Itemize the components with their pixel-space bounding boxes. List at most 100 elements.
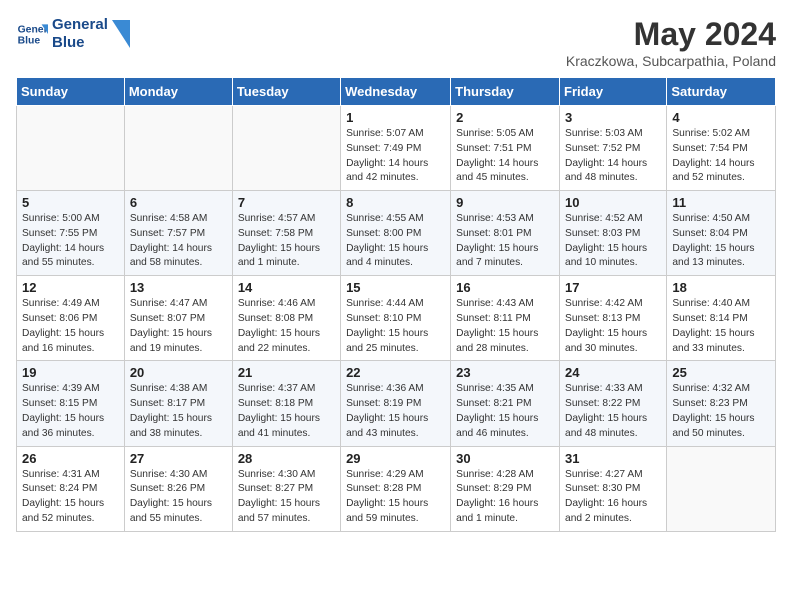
day-info: Sunrise: 4:44 AMSunset: 8:10 PMDaylight:… <box>346 297 445 356</box>
calendar-table: SundayMondayTuesdayWednesdayThursdayFrid… <box>16 77 776 532</box>
day-info: Sunrise: 4:28 AMSunset: 8:29 PMDaylight:… <box>456 468 554 527</box>
logo: General Blue General Blue <box>16 16 130 52</box>
calendar-day-cell: 14 Sunrise: 4:46 AMSunset: 8:08 PMDayligh… <box>232 276 340 361</box>
day-number: 6 <box>130 195 227 210</box>
calendar-day-cell: 19Sunrise: 4:39 AMSunset: 8:15 PMDayligh… <box>17 361 125 446</box>
day-of-week-header: Sunday <box>17 78 125 106</box>
day-info: Sunrise: 4:58 AMSunset: 7:57 PMDaylight:… <box>130 212 227 271</box>
calendar-day-cell: 13 Sunrise: 4:47 AMSunset: 8:07 PMDayligh… <box>124 276 232 361</box>
day-info: Sunrise: 4:36 AMSunset: 8:19 PMDaylight:… <box>346 382 445 441</box>
calendar-day-cell: 23 Sunrise: 4:35 AMSunset: 8:21 PMDayligh… <box>451 361 560 446</box>
calendar-day-cell: 10 Sunrise: 4:52 AMSunset: 8:03 PMDayligh… <box>560 191 667 276</box>
day-number: 1 <box>346 110 445 125</box>
calendar-day-cell <box>232 106 340 191</box>
logo-arrow-icon <box>112 20 130 48</box>
calendar-day-cell: 18 Sunrise: 4:40 AMSunset: 8:14 PMDayligh… <box>667 276 776 361</box>
day-info: Sunrise: 4:50 AMSunset: 8:04 PMDaylight:… <box>672 212 770 271</box>
calendar-week-row: 12 Sunrise: 4:49 AMSunset: 8:06 PMDayligh… <box>17 276 776 361</box>
calendar-day-cell: 30 Sunrise: 4:28 AMSunset: 8:29 PMDayligh… <box>451 446 560 531</box>
month-title: May 2024 <box>566 16 776 53</box>
logo-text-blue: Blue <box>52 34 108 52</box>
calendar-header-row: SundayMondayTuesdayWednesdayThursdayFrid… <box>17 78 776 106</box>
day-of-week-header: Monday <box>124 78 232 106</box>
calendar-day-cell: 11 Sunrise: 4:50 AMSunset: 8:04 PMDayligh… <box>667 191 776 276</box>
location-subtitle: Kraczkowa, Subcarpathia, Poland <box>566 53 776 69</box>
day-info: Sunrise: 4:47 AMSunset: 8:07 PMDaylight:… <box>130 297 227 356</box>
day-info: Sunrise: 4:40 AMSunset: 8:14 PMDaylight:… <box>672 297 770 356</box>
day-info: Sunrise: 4:32 AMSunset: 8:23 PMDaylight:… <box>672 382 770 441</box>
calendar-day-cell <box>17 106 125 191</box>
day-number: 30 <box>456 451 554 466</box>
day-number: 18 <box>672 280 770 295</box>
day-info: Sunrise: 4:37 AMSunset: 8:18 PMDaylight:… <box>238 382 335 441</box>
day-number: 23 <box>456 365 554 380</box>
calendar-day-cell: 20 Sunrise: 4:38 AMSunset: 8:17 PMDayligh… <box>124 361 232 446</box>
day-info: Sunrise: 4:46 AMSunset: 8:08 PMDaylight:… <box>238 297 335 356</box>
day-number: 27 <box>130 451 227 466</box>
calendar-day-cell: 26Sunrise: 4:31 AMSunset: 8:24 PMDayligh… <box>17 446 125 531</box>
calendar-week-row: 19Sunrise: 4:39 AMSunset: 8:15 PMDayligh… <box>17 361 776 446</box>
calendar-week-row: 26Sunrise: 4:31 AMSunset: 8:24 PMDayligh… <box>17 446 776 531</box>
day-info: Sunrise: 5:00 AMSunset: 7:55 PMDaylight:… <box>22 212 119 271</box>
day-of-week-header: Saturday <box>667 78 776 106</box>
day-number: 10 <box>565 195 661 210</box>
day-number: 13 <box>130 280 227 295</box>
svg-text:Blue: Blue <box>18 36 41 47</box>
calendar-day-cell: 2Sunrise: 5:05 AMSunset: 7:51 PMDaylight… <box>451 106 560 191</box>
day-number: 3 <box>565 110 661 125</box>
calendar-day-cell: 1 Sunrise: 5:07 AMSunset: 7:49 PMDaylight… <box>341 106 451 191</box>
day-info: Sunrise: 5:02 AMSunset: 7:54 PMDaylight:… <box>672 127 770 186</box>
day-info: Sunrise: 4:52 AMSunset: 8:03 PMDaylight:… <box>565 212 661 271</box>
calendar-week-row: 5 Sunrise: 5:00 AMSunset: 7:55 PMDaylight… <box>17 191 776 276</box>
calendar-day-cell: 29 Sunrise: 4:29 AMSunset: 8:28 PMDayligh… <box>341 446 451 531</box>
calendar-day-cell: 24 Sunrise: 4:33 AMSunset: 8:22 PMDayligh… <box>560 361 667 446</box>
day-info: Sunrise: 5:07 AMSunset: 7:49 PMDaylight:… <box>346 127 445 186</box>
day-number: 12 <box>22 280 119 295</box>
calendar-day-cell: 12 Sunrise: 4:49 AMSunset: 8:06 PMDayligh… <box>17 276 125 361</box>
calendar-day-cell: 22 Sunrise: 4:36 AMSunset: 8:19 PMDayligh… <box>341 361 451 446</box>
day-number: 8 <box>346 195 445 210</box>
calendar-day-cell: 16Sunrise: 4:43 AMSunset: 8:11 PMDayligh… <box>451 276 560 361</box>
day-number: 25 <box>672 365 770 380</box>
calendar-week-row: 1 Sunrise: 5:07 AMSunset: 7:49 PMDaylight… <box>17 106 776 191</box>
day-number: 26 <box>22 451 119 466</box>
day-info: Sunrise: 4:38 AMSunset: 8:17 PMDaylight:… <box>130 382 227 441</box>
day-number: 20 <box>130 365 227 380</box>
day-info: Sunrise: 4:35 AMSunset: 8:21 PMDaylight:… <box>456 382 554 441</box>
day-number: 21 <box>238 365 335 380</box>
day-number: 14 <box>238 280 335 295</box>
calendar-day-cell <box>124 106 232 191</box>
day-number: 7 <box>238 195 335 210</box>
day-number: 5 <box>22 195 119 210</box>
day-number: 4 <box>672 110 770 125</box>
day-of-week-header: Friday <box>560 78 667 106</box>
logo-text-general: General <box>52 16 108 34</box>
calendar-day-cell: 5 Sunrise: 5:00 AMSunset: 7:55 PMDaylight… <box>17 191 125 276</box>
day-info: Sunrise: 4:29 AMSunset: 8:28 PMDaylight:… <box>346 468 445 527</box>
day-info: Sunrise: 4:30 AMSunset: 8:26 PMDaylight:… <box>130 468 227 527</box>
day-of-week-header: Tuesday <box>232 78 340 106</box>
day-number: 11 <box>672 195 770 210</box>
day-of-week-header: Thursday <box>451 78 560 106</box>
day-number: 17 <box>565 280 661 295</box>
day-number: 29 <box>346 451 445 466</box>
day-number: 2 <box>456 110 554 125</box>
day-number: 22 <box>346 365 445 380</box>
calendar-day-cell: 6 Sunrise: 4:58 AMSunset: 7:57 PMDaylight… <box>124 191 232 276</box>
day-number: 24 <box>565 365 661 380</box>
calendar-day-cell: 7 Sunrise: 4:57 AMSunset: 7:58 PMDaylight… <box>232 191 340 276</box>
calendar-day-cell: 9Sunrise: 4:53 AMSunset: 8:01 PMDaylight… <box>451 191 560 276</box>
day-info: Sunrise: 4:49 AMSunset: 8:06 PMDaylight:… <box>22 297 119 356</box>
day-info: Sunrise: 4:57 AMSunset: 7:58 PMDaylight:… <box>238 212 335 271</box>
calendar-day-cell: 21 Sunrise: 4:37 AMSunset: 8:18 PMDayligh… <box>232 361 340 446</box>
day-number: 16 <box>456 280 554 295</box>
calendar-day-cell: 17Sunrise: 4:42 AMSunset: 8:13 PMDayligh… <box>560 276 667 361</box>
day-info: Sunrise: 4:27 AMSunset: 8:30 PMDaylight:… <box>565 468 661 527</box>
day-number: 19 <box>22 365 119 380</box>
day-number: 15 <box>346 280 445 295</box>
calendar-day-cell: 27 Sunrise: 4:30 AMSunset: 8:26 PMDayligh… <box>124 446 232 531</box>
calendar-day-cell: 28Sunrise: 4:30 AMSunset: 8:27 PMDayligh… <box>232 446 340 531</box>
calendar-day-cell: 31Sunrise: 4:27 AMSunset: 8:30 PMDayligh… <box>560 446 667 531</box>
day-info: Sunrise: 4:33 AMSunset: 8:22 PMDaylight:… <box>565 382 661 441</box>
day-info: Sunrise: 5:03 AMSunset: 7:52 PMDaylight:… <box>565 127 661 186</box>
